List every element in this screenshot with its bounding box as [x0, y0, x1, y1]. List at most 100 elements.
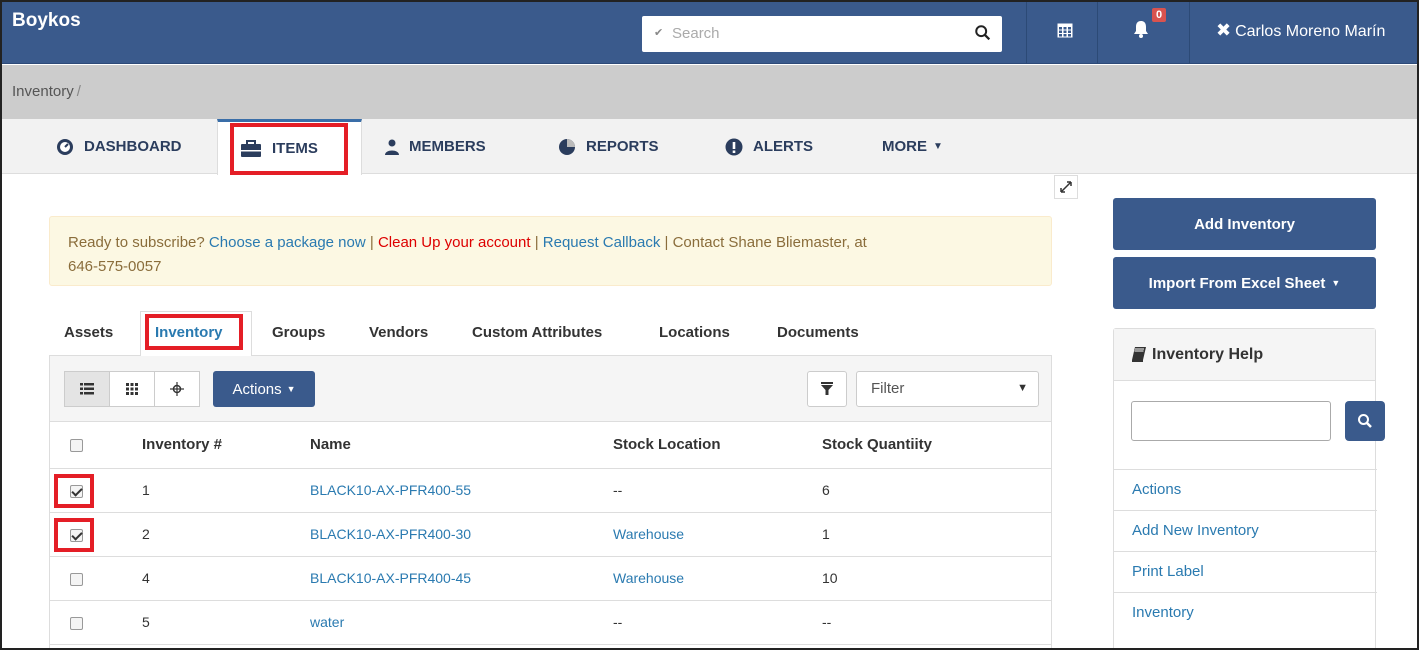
- grid-view-button[interactable]: [109, 371, 155, 407]
- caret-down-icon: ▼: [286, 384, 296, 394]
- table-toolbar: Actions ▼ Filter ▼: [50, 356, 1051, 422]
- bell-icon[interactable]: [1132, 20, 1150, 38]
- tab-label: MEMBERS: [409, 138, 486, 155]
- help-link-add-new-inventory[interactable]: Add New Inventory: [1114, 510, 1377, 551]
- choose-package-link[interactable]: Choose a package now: [209, 234, 366, 251]
- map-view-button[interactable]: [154, 371, 200, 407]
- brand-logo[interactable]: Boykos: [12, 10, 81, 32]
- filter-select[interactable]: Filter ▼: [856, 371, 1039, 407]
- row-checkbox-cell: [50, 600, 118, 645]
- expand-icon[interactable]: [1054, 175, 1078, 199]
- alert-separator: |: [660, 234, 673, 251]
- inventory-number: 1: [118, 468, 293, 513]
- table-row[interactable]: 2 BLACK10-AX-PFR400-30 Warehouse 1: [50, 512, 1051, 557]
- stock-quantity: 1: [805, 512, 1051, 557]
- app-window: Boykos ✔ Search 0 ✖ Carlos Moreno Marín I…: [0, 0, 1419, 650]
- alert-separator: |: [530, 234, 543, 251]
- user-icon: [385, 139, 399, 155]
- stock-location: --: [595, 600, 805, 645]
- row-checkbox[interactable]: [70, 572, 83, 586]
- breadcrumb-inventory[interactable]: Inventory: [12, 83, 74, 100]
- breadcrumb: Inventory /: [12, 83, 81, 100]
- navbar-divider: [1189, 2, 1190, 64]
- top-navbar: Boykos ✔ Search 0 ✖ Carlos Moreno Marín: [2, 2, 1417, 64]
- stock-quantity: 10: [805, 556, 1051, 601]
- subtab-vendors[interactable]: Vendors: [369, 324, 428, 341]
- chevron-down-icon[interactable]: ✔: [654, 26, 663, 39]
- actions-label: Actions: [232, 380, 282, 398]
- notification-badge: 0: [1152, 8, 1167, 22]
- breadcrumb-bar: Inventory /: [2, 65, 1417, 119]
- filter-value: Filter: [871, 380, 905, 397]
- book-icon: [1132, 347, 1146, 362]
- alert-contact: Contact Shane Bliemaster, at: [672, 234, 867, 251]
- table-row[interactable]: 5 water -- --: [50, 600, 1051, 645]
- help-link-print-label[interactable]: Print Label: [1114, 551, 1377, 592]
- import-label: Import From Excel Sheet: [1148, 274, 1326, 292]
- column-header-name[interactable]: Name: [293, 422, 595, 469]
- tab-label: ALERTS: [753, 138, 813, 155]
- table-row[interactable]: 4 BLACK10-AX-PFR400-45 Warehouse 10: [50, 556, 1051, 601]
- highlight-items-tab: [230, 123, 348, 175]
- select-all-checkbox[interactable]: [70, 438, 83, 452]
- highlight-row-checkbox: [54, 518, 94, 552]
- tab-more[interactable]: MORE ▼: [882, 119, 943, 174]
- tab-alerts[interactable]: ALERTS: [725, 119, 813, 174]
- tools-icon: ✖: [1216, 20, 1232, 40]
- stock-quantity: 6: [805, 468, 1051, 513]
- column-header-location[interactable]: Stock Location: [595, 422, 805, 469]
- table-row[interactable]: 1 BLACK10-AX-PFR400-55 -- 6: [50, 468, 1051, 513]
- item-name-link[interactable]: BLACK10-AX-PFR400-30: [310, 526, 471, 542]
- subtab-groups[interactable]: Groups: [272, 324, 325, 341]
- help-search-button[interactable]: [1345, 401, 1385, 441]
- global-search[interactable]: ✔ Search: [642, 16, 1002, 52]
- user-menu[interactable]: ✖ Carlos Moreno Marín: [1216, 20, 1385, 41]
- subtab-locations[interactable]: Locations: [659, 324, 730, 341]
- inventory-help-panel: Inventory Help Actions Add New Inventory…: [1113, 328, 1385, 648]
- list-view-button[interactable]: [64, 371, 110, 407]
- actions-dropdown[interactable]: Actions ▼: [213, 371, 315, 407]
- breadcrumb-separator: /: [76, 83, 81, 100]
- dashboard-icon: [57, 138, 73, 155]
- user-name: Carlos Moreno Marín: [1235, 23, 1386, 40]
- column-header-number[interactable]: Inventory #: [118, 422, 293, 469]
- clean-up-account-link[interactable]: Clean Up your account: [378, 234, 531, 251]
- view-toggle-group: [64, 371, 200, 407]
- stock-location-link[interactable]: Warehouse: [613, 570, 684, 586]
- highlight-inventory-subtab: [145, 314, 243, 350]
- column-header-quantity[interactable]: Stock Quantiity: [805, 422, 1051, 469]
- crosshair-icon: [170, 382, 184, 396]
- help-search-input[interactable]: [1131, 401, 1331, 441]
- add-inventory-button[interactable]: Add Inventory: [1113, 198, 1376, 250]
- row-checkbox[interactable]: [70, 616, 83, 630]
- subtab-assets[interactable]: Assets: [64, 324, 113, 341]
- subtab-documents[interactable]: Documents: [777, 324, 859, 341]
- caret-down-icon: ▼: [1017, 382, 1028, 394]
- subscription-alert: Ready to subscribe? Choose a package now…: [49, 216, 1052, 286]
- navbar-divider: [1026, 2, 1027, 64]
- tab-members[interactable]: MEMBERS: [385, 119, 486, 174]
- filter-toggle-button[interactable]: [807, 371, 847, 407]
- item-name-link[interactable]: BLACK10-AX-PFR400-55: [310, 482, 471, 498]
- inventory-panel: Actions ▼ Filter ▼ Inventory # Name Stoc…: [49, 356, 1052, 648]
- tab-reports[interactable]: REPORTS: [558, 119, 659, 174]
- stock-location-link[interactable]: Warehouse: [613, 526, 684, 542]
- calendar-icon[interactable]: [1057, 22, 1073, 38]
- help-link-actions[interactable]: Actions: [1114, 469, 1377, 510]
- inventory-number: 4: [118, 556, 293, 601]
- search-input[interactable]: Search: [672, 25, 720, 42]
- item-name-link[interactable]: BLACK10-AX-PFR400-45: [310, 570, 471, 586]
- grid-icon: [126, 383, 138, 395]
- inventory-table: Inventory # Name Stock Location Stock Qu…: [50, 422, 1051, 645]
- tab-label: DASHBOARD: [84, 138, 182, 155]
- request-callback-link[interactable]: Request Callback: [543, 234, 661, 251]
- alert-separator: |: [365, 234, 378, 251]
- search-icon[interactable]: [974, 24, 992, 42]
- tab-dashboard[interactable]: DASHBOARD: [56, 119, 182, 174]
- help-link-inventory[interactable]: Inventory: [1114, 592, 1377, 633]
- inventory-number: 2: [118, 512, 293, 557]
- item-name-link[interactable]: water: [310, 614, 344, 630]
- funnel-icon: [821, 382, 833, 395]
- subtab-custom-attributes[interactable]: Custom Attributes: [472, 324, 602, 341]
- import-excel-button[interactable]: Import From Excel Sheet ▼: [1113, 257, 1376, 309]
